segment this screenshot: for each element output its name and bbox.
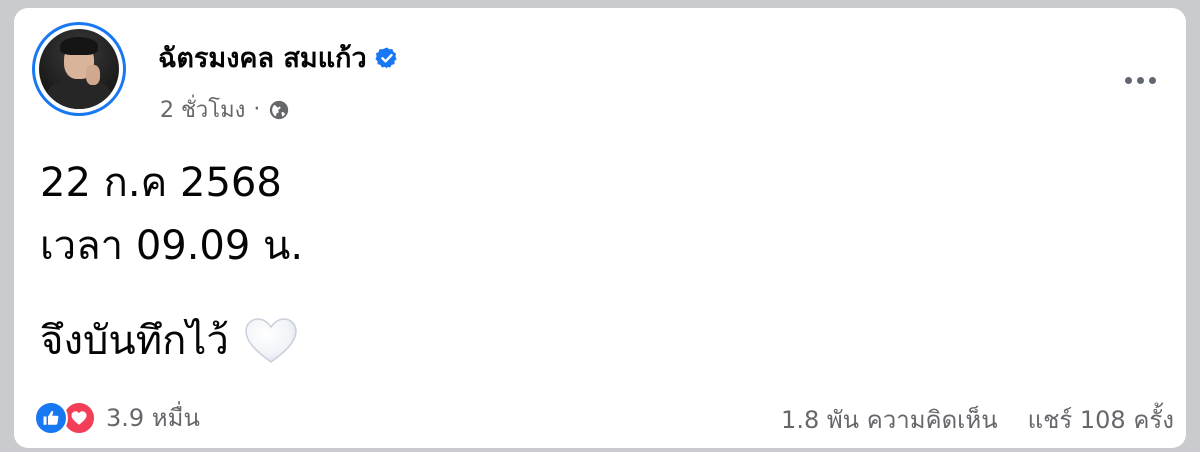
avatar-photo (39, 29, 119, 109)
post-text-line-3-text: จึงบันทึกไว้ (40, 318, 229, 364)
author-avatar[interactable] (32, 22, 126, 116)
post-card: ฉัตรมงคล สมแก้ว 2 ชั่วโมง · 22 ก.ค 2568 … (14, 8, 1186, 448)
verified-badge-icon (375, 47, 397, 68)
like-icon (34, 400, 68, 435)
comment-count-link[interactable]: 1.8 พัน ความคิดเห็น (781, 400, 998, 439)
post-stats: 1.8 พัน ความคิดเห็น แชร์ 108 ครั้ง (781, 400, 1174, 439)
reactions-summary[interactable]: 3.9 หมื่น (34, 398, 200, 437)
author-name-row: ฉัตรมงคล สมแก้ว (158, 36, 399, 79)
more-options-button[interactable] (1112, 62, 1168, 98)
share-count-link[interactable]: แชร์ 108 ครั้ง (1028, 400, 1174, 439)
post-text-line-2: เวลา 09.09 น. (40, 223, 304, 269)
post-text-line-1: 22 ก.ค 2568 (40, 160, 282, 206)
more-dot-icon (1148, 76, 1156, 84)
post-text-line-3: จึงบันทึกไว้ (40, 310, 303, 373)
post-meta: 2 ชั่วโมง · (160, 92, 290, 127)
reaction-count[interactable]: 3.9 หมื่น (106, 398, 200, 437)
globe-icon[interactable] (268, 99, 290, 121)
post-time[interactable]: 2 ชั่วโมง (160, 92, 245, 127)
author-name[interactable]: ฉัตรมงคล สมแก้ว (158, 36, 367, 79)
post-content: 22 ก.ค 2568 เวลา 09.09 น. จึงบันทึกไว้ (40, 152, 303, 373)
post-footer: 3.9 หมื่น 1.8 พัน ความคิดเห็น แชร์ 108 ค… (34, 394, 1174, 438)
white-heart-icon (245, 318, 297, 363)
more-dot-icon (1136, 76, 1144, 84)
more-dot-icon (1124, 76, 1132, 84)
post-header: ฉัตรมงคล สมแก้ว 2 ชั่วโมง · (32, 22, 1172, 123)
meta-separator: · (253, 97, 261, 122)
